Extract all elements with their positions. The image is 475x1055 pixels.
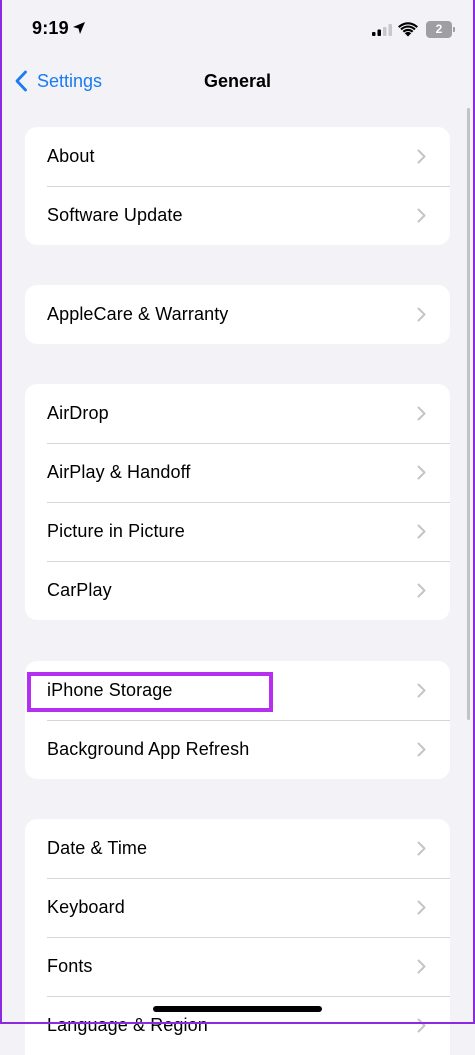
wifi-icon: [398, 22, 418, 37]
row-label: Date & Time: [47, 838, 148, 858]
settings-row-keyboard[interactable]: Keyboard: [25, 878, 450, 937]
row-label: Picture in Picture: [47, 521, 185, 541]
navigation-bar: Settings General: [0, 58, 475, 106]
settings-row-airplay-handoff[interactable]: AirPlay & Handoff: [25, 443, 450, 502]
chevron-right-icon: [417, 841, 426, 856]
row-label: CarPlay: [47, 580, 112, 600]
home-indicator[interactable]: [153, 1006, 322, 1012]
chevron-right-icon: [417, 149, 426, 164]
chevron-right-icon: [417, 465, 426, 480]
scrollbar[interactable]: [467, 108, 470, 720]
chevron-right-icon: [417, 307, 426, 322]
row-label: AirDrop: [47, 403, 109, 423]
settings-row-carplay[interactable]: CarPlay: [25, 561, 450, 620]
settings-row-background-app-refresh[interactable]: Background App Refresh: [25, 720, 450, 779]
settings-row-fonts[interactable]: Fonts: [25, 937, 450, 996]
highlight-annotation: [27, 672, 273, 712]
settings-group-general-info: About Software Update: [25, 127, 450, 245]
row-label: Keyboard: [47, 897, 125, 917]
row-label: AppleCare & Warranty: [47, 304, 229, 324]
chevron-right-icon: [417, 208, 426, 223]
chevron-right-icon: [417, 406, 426, 421]
battery-icon: 2: [426, 21, 455, 38]
row-label: Background App Refresh: [47, 739, 250, 759]
row-label: Language & Region: [47, 1015, 208, 1035]
settings-row-language-region[interactable]: Language & Region: [25, 996, 450, 1055]
settings-group-locale: Date & Time Keyboard Fonts Language & Re…: [25, 819, 450, 1055]
settings-group-connectivity: AirDrop AirPlay & Handoff Picture in Pic…: [25, 384, 450, 620]
settings-group-applecare: AppleCare & Warranty: [25, 285, 450, 344]
chevron-right-icon: [417, 683, 426, 698]
chevron-right-icon: [417, 959, 426, 974]
chevron-right-icon: [417, 742, 426, 757]
chevron-right-icon: [417, 524, 426, 539]
page-title: General: [203, 71, 272, 91]
row-label: Software Update: [47, 205, 183, 225]
row-label: Fonts: [47, 956, 93, 976]
status-bar: 9:19 2: [0, 0, 475, 58]
settings-row-picture-in-picture[interactable]: Picture in Picture: [25, 502, 450, 561]
row-label: About: [47, 146, 95, 166]
settings-row-date-time[interactable]: Date & Time: [25, 819, 450, 878]
settings-row-airdrop[interactable]: AirDrop: [25, 384, 450, 443]
signal-icon: [372, 24, 392, 36]
location-arrow-icon: [73, 22, 85, 34]
chevron-right-icon: [417, 1018, 426, 1033]
settings-row-software-update[interactable]: Software Update: [25, 186, 450, 245]
settings-row-applecare-warranty[interactable]: AppleCare & Warranty: [25, 285, 450, 344]
chevron-right-icon: [417, 900, 426, 915]
row-label: AirPlay & Handoff: [47, 462, 191, 482]
status-time: 9:19: [32, 18, 69, 38]
chevron-right-icon: [417, 583, 426, 598]
settings-row-about[interactable]: About: [25, 127, 450, 186]
